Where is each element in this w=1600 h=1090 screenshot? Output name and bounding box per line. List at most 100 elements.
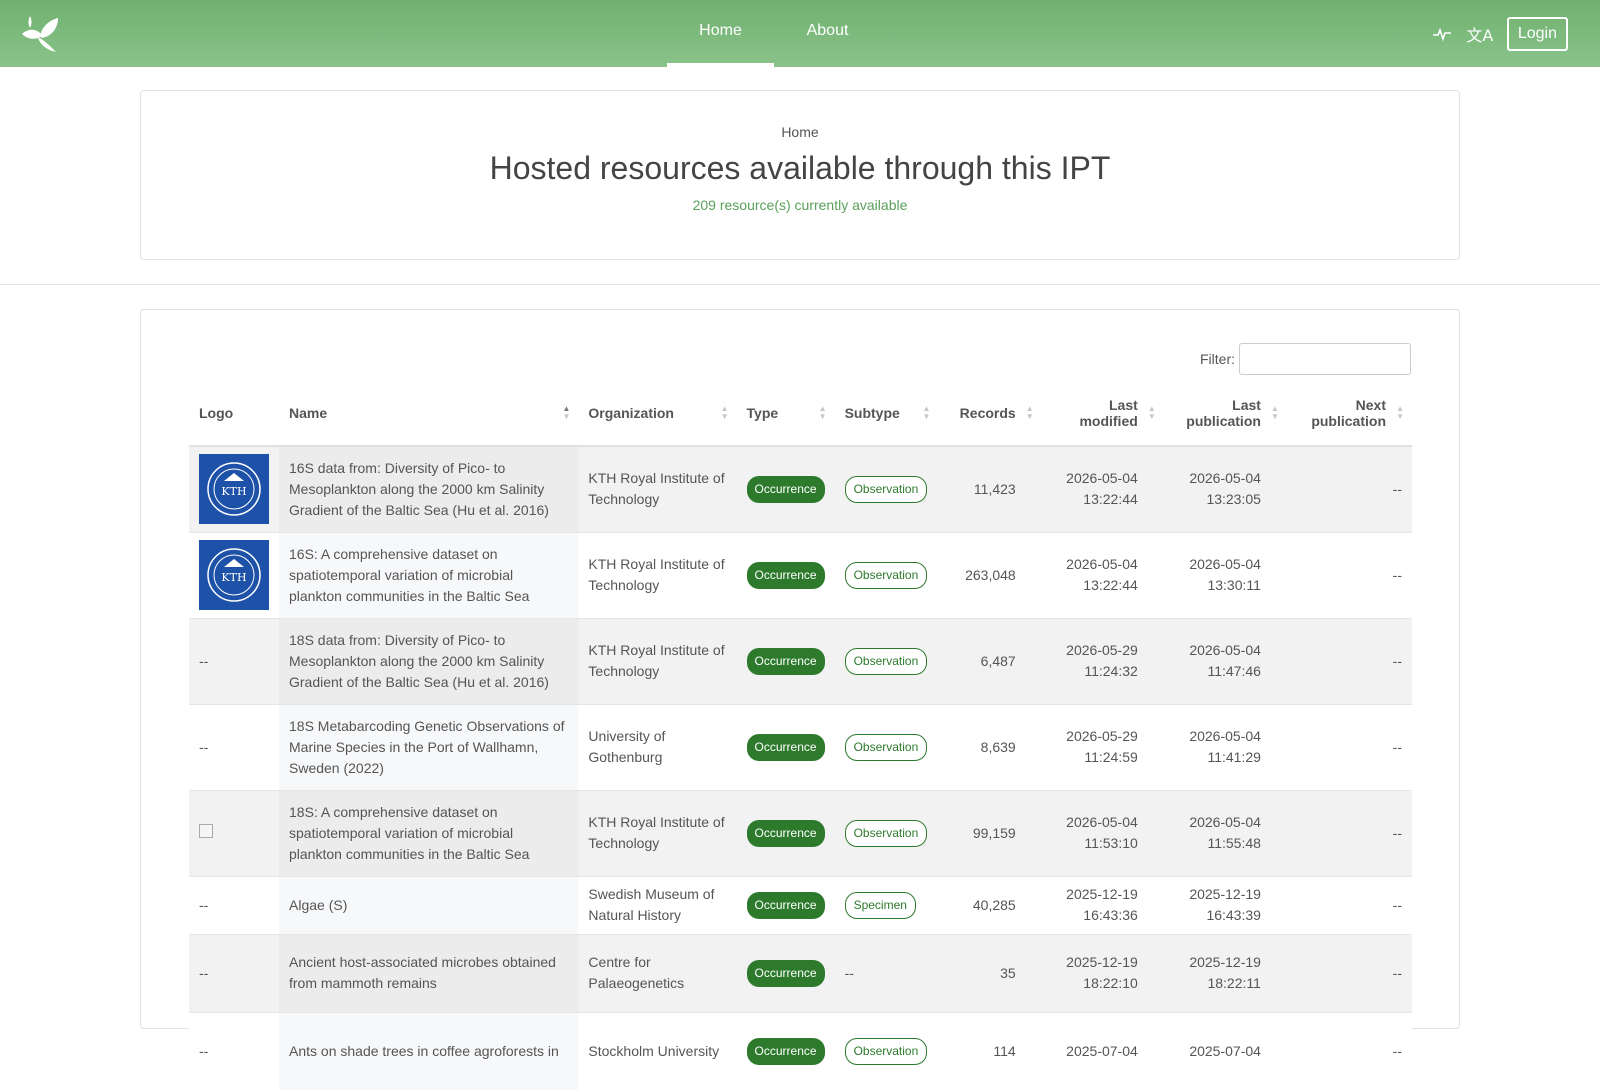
resource-name-link[interactable]: 18S: A comprehensive dataset on spatiote… [289, 804, 529, 862]
name-cell[interactable]: Ants on shade trees in coffee agroforest… [279, 1011, 579, 1090]
type-cell: Occurrence [736, 789, 835, 876]
records-cell: 8,639 [938, 703, 1042, 790]
resource-name-link[interactable]: 16S: A comprehensive dataset on spatiote… [289, 546, 529, 604]
last-modified-cell: 2026-05-04 13:22:44 [1041, 531, 1164, 618]
subtype-cell: Observation [834, 531, 939, 618]
logo-placeholder: -- [199, 1042, 209, 1059]
resource-name-link[interactable]: 18S Metabarcoding Genetic Observations o… [289, 718, 565, 776]
last-publication-date: 2026-05-04 [1189, 814, 1261, 830]
type-badge: Occurrence [746, 1037, 825, 1065]
records-cell: 263,048 [938, 531, 1042, 618]
logo-cell: -- [189, 933, 279, 1012]
name-cell[interactable]: 18S: A comprehensive dataset on spatiote… [279, 789, 579, 876]
last-modified-date: 2026-05-29 [1066, 728, 1138, 744]
column-header-name[interactable]: Name ▲ ▼ [279, 380, 579, 447]
subtype-badge: Observation [844, 1037, 928, 1065]
last-modified-date: 2025-12-19 [1066, 886, 1138, 902]
logo-cell: KTH [189, 531, 279, 618]
resource-name-link[interactable]: Ancient host-associated microbes obtaine… [289, 954, 556, 991]
name-cell[interactable]: 16S: A comprehensive dataset on spatiote… [279, 531, 579, 618]
last-modified-date: 2025-12-19 [1066, 954, 1138, 970]
table-row[interactable]: KTH 16S: A comprehensive dataset on spati… [189, 531, 1412, 618]
filter-input[interactable] [1239, 343, 1411, 375]
last-publication-cell: 2025-12-19 18:22:11 [1163, 933, 1287, 1012]
page-title: Hosted resources available through this … [489, 150, 1111, 186]
translate-icon[interactable]: 文A [1465, 18, 1495, 50]
organization-cell: Centre for Palaeogenetics [578, 933, 737, 1012]
name-cell[interactable]: 16S data from: Diversity of Pico- to Mes… [279, 445, 579, 532]
kth-logo: KTH [199, 454, 269, 525]
table-row[interactable]: -- Ants on shade trees in coffee agrofore… [189, 1011, 1412, 1090]
next-publication-cell: -- [1286, 875, 1412, 934]
type-badge: Occurrence [746, 959, 825, 987]
table-row[interactable]: -- 18S data from: Diversity of Pico- to M… [189, 617, 1412, 704]
type-badge: Occurrence [746, 647, 825, 675]
column-header-last-publication[interactable]: Last publication ▲ ▼ [1163, 380, 1287, 447]
next-publication-cell: -- [1286, 1011, 1412, 1090]
breadcrumb[interactable]: Home [141, 124, 1459, 140]
last-publication-cell: 2026-05-04 11:41:29 [1163, 703, 1287, 790]
column-header-records[interactable]: Records ▲ ▼ [938, 380, 1042, 447]
organization-cell: KTH Royal Institute of Technology [578, 531, 737, 618]
last-modified-date: 2026-05-04 [1066, 470, 1138, 487]
table-row[interactable]: -- Ancient host-associated microbes obtai… [189, 933, 1412, 1012]
health-icon[interactable] [1427, 18, 1457, 50]
last-publication-cell: 2025-12-19 16:43:39 [1163, 875, 1287, 934]
name-cell[interactable]: Algae (S) [279, 875, 579, 934]
last-publication-cell: 2026-05-04 13:30:11 [1163, 531, 1287, 618]
subtype-badge: Observation [844, 475, 928, 503]
name-cell[interactable]: 18S Metabarcoding Genetic Observations o… [279, 703, 579, 790]
type-cell: Occurrence [736, 531, 835, 618]
last-publication-date: 2026-05-04 [1189, 642, 1261, 658]
last-modified-cell: 2026-05-04 11:53:10 [1041, 789, 1164, 876]
last-publication-date: 2026-05-04 [1189, 470, 1261, 487]
next-publication-cell: -- [1286, 445, 1412, 532]
organization-cell: University of Gothenburg [578, 703, 737, 790]
nav-about[interactable]: About [774, 0, 881, 67]
type-cell: Occurrence [736, 703, 835, 790]
table-row[interactable]: -- Algae (S) Swedish Museum of Natural His… [189, 875, 1412, 934]
name-cell[interactable]: Ancient host-associated microbes obtaine… [279, 933, 579, 1012]
organization-cell: Stockholm University [578, 1011, 737, 1090]
logo-cell: -- [189, 1011, 279, 1090]
last-publication-cell: 2026-05-04 13:23:05 [1163, 445, 1287, 532]
type-badge: Occurrence [746, 891, 825, 919]
filter-row: Filter: [1200, 343, 1411, 375]
table-row[interactable]: 18S: A comprehensive dataset on spatiote… [189, 789, 1412, 876]
next-publication-cell: -- [1286, 617, 1412, 704]
table-row[interactable]: -- 18S Metabarcoding Genetic Observations… [189, 703, 1412, 790]
ipt-logo-icon[interactable] [18, 14, 60, 54]
resource-name-link[interactable]: Ants on shade trees in coffee agroforest… [289, 1043, 559, 1059]
last-modified-date: 2025-07-04 [1066, 1042, 1138, 1059]
login-button[interactable]: Login [1506, 17, 1568, 51]
column-header-type[interactable]: Type ▲ ▼ [736, 380, 835, 447]
last-modified-date: 2026-05-04 [1066, 814, 1138, 830]
organization-cell: KTH Royal Institute of Technology [578, 789, 737, 876]
next-publication-cell: -- [1286, 531, 1412, 618]
last-modified-time: 13:22:44 [1083, 491, 1138, 508]
resource-name-link[interactable]: Algae (S) [289, 897, 347, 913]
table-row[interactable]: KTH 16S data from: Diversity of Pico- to … [189, 445, 1412, 532]
resource-name-link[interactable]: 18S data from: Diversity of Pico- to Mes… [289, 632, 549, 690]
last-publication-cell: 2026-05-04 11:55:48 [1163, 789, 1287, 876]
last-modified-time: 11:53:10 [1084, 835, 1138, 851]
last-modified-cell: 2026-05-29 11:24:59 [1041, 703, 1164, 790]
subtype-cell: Specimen [834, 875, 939, 934]
subtype-cell: -- [834, 933, 939, 1012]
subtype-cell: Observation [834, 789, 939, 876]
header-section: Home Hosted resources available through … [0, 67, 1600, 285]
logo-placeholder: -- [199, 964, 209, 981]
column-header-next-publication[interactable]: Next publication ▲ ▼ [1286, 380, 1412, 447]
resource-name-link[interactable]: 16S data from: Diversity of Pico- to Mes… [289, 460, 549, 518]
name-cell[interactable]: 18S data from: Diversity of Pico- to Mes… [279, 617, 579, 704]
subtype-cell: Observation [834, 703, 939, 790]
nav-home[interactable]: Home [667, 0, 774, 67]
type-badge: Occurrence [746, 561, 825, 589]
last-publication-cell: 2026-05-04 11:47:46 [1163, 617, 1287, 704]
records-cell: 40,285 [938, 875, 1042, 934]
column-header-subtype[interactable]: Subtype ▲ ▼ [834, 380, 939, 447]
column-header-organization[interactable]: Organization ▲ ▼ [578, 380, 737, 447]
column-header-last-modified[interactable]: Last modified ▲ ▼ [1041, 380, 1164, 447]
subtype-cell: Observation [834, 445, 939, 532]
last-publication-time: 11:55:48 [1207, 835, 1261, 851]
